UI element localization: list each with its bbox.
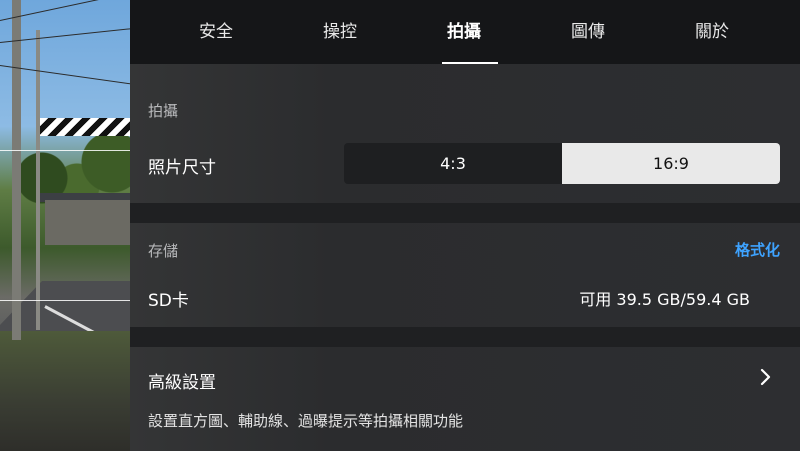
advanced-settings-row[interactable]: 高級設置: [148, 368, 216, 393]
tab-transmission[interactable]: 圖傳: [526, 0, 650, 64]
tab-about[interactable]: 關於: [650, 0, 774, 64]
camera-preview: [0, 0, 130, 451]
preview-house: [45, 200, 130, 245]
tab-shooting[interactable]: 拍攝: [402, 0, 526, 64]
sd-card-capacity: 可用 39.5 GB/59.4 GB: [579, 290, 750, 309]
section-divider: [130, 327, 800, 347]
shooting-section-title: 拍攝: [148, 102, 179, 120]
photo-size-label: 照片尺寸: [148, 158, 216, 178]
preview-pole-2: [36, 30, 40, 330]
tab-safety[interactable]: 安全: [154, 0, 278, 64]
chevron-right-icon[interactable]: [754, 366, 776, 388]
grid-guide-line: [0, 150, 130, 151]
storage-section-title: 存儲: [148, 242, 179, 260]
ratio-option-4-3[interactable]: 4:3: [344, 143, 562, 184]
grid-guide-line: [0, 300, 130, 301]
format-button[interactable]: 格式化: [735, 239, 780, 260]
settings-panel: 安全 操控 拍攝 圖傳 關於 拍攝 照片尺寸 4:3 16:9 存儲 格式化 S…: [130, 0, 800, 451]
tab-control[interactable]: 操控: [278, 0, 402, 64]
overexposure-zebra: [40, 118, 130, 136]
settings-tabs: 安全 操控 拍攝 圖傳 關於: [130, 0, 800, 64]
sd-card-label: SD卡: [148, 291, 189, 311]
advanced-settings-description: 設置直方圖、輔助線、過曝提示等拍攝相關功能: [148, 412, 464, 430]
preview-bushes: [0, 331, 130, 451]
section-divider: [130, 203, 800, 223]
ratio-option-16-9[interactable]: 16:9: [562, 143, 780, 184]
photo-size-selector: 4:3 16:9: [344, 143, 780, 184]
preview-pole: [12, 0, 21, 340]
